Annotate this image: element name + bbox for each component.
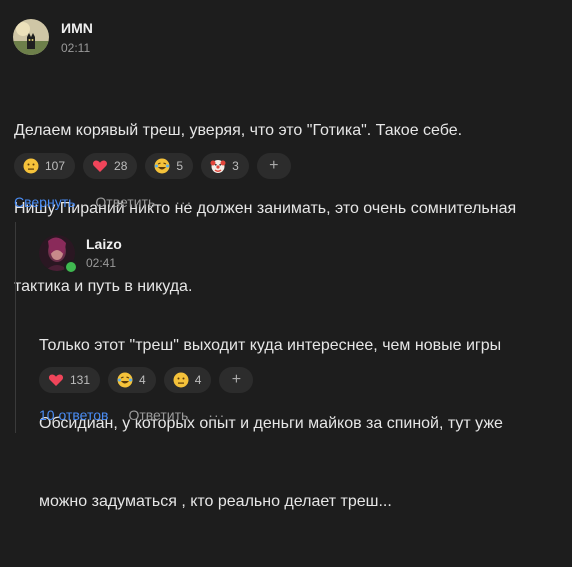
laughing-tears-emoji-icon xyxy=(154,158,170,174)
reaction-neutral[interactable]: 107 xyxy=(14,153,76,179)
reaction-heart[interactable]: 28 xyxy=(83,153,138,179)
reaction-count: 28 xyxy=(114,159,128,173)
comment-text-line: Только этот "треш" выходит куда интересн… xyxy=(39,337,502,354)
reaction-heart[interactable]: 131 xyxy=(39,367,101,393)
reaction-laugh[interactable]: 4 xyxy=(108,367,156,393)
online-status-indicator xyxy=(64,260,78,274)
reactions-bar: 131 4 4 + xyxy=(39,367,254,393)
more-options-icon[interactable]: ··· xyxy=(175,194,192,210)
heart-emoji-icon xyxy=(93,160,108,172)
timestamp[interactable]: 02:41 xyxy=(86,256,116,270)
reaction-laugh[interactable]: 5 xyxy=(145,153,194,179)
reaction-count: 107 xyxy=(45,159,66,173)
neutral-face-emoji-icon xyxy=(23,158,39,174)
show-replies-button[interactable]: 10 ответов xyxy=(39,407,108,423)
author-name[interactable]: Laizo xyxy=(86,236,122,252)
reaction-count: 4 xyxy=(194,373,202,387)
reaction-clown[interactable]: 3 xyxy=(201,153,249,179)
neutral-face-emoji-icon xyxy=(173,372,189,388)
reply-button[interactable]: Ответить xyxy=(95,194,155,210)
collapse-button[interactable]: Свернуть xyxy=(14,194,75,210)
more-options-icon[interactable]: ··· xyxy=(208,407,225,423)
avatar[interactable] xyxy=(13,19,49,55)
comment-text-line: Делаем корявый треш, уверяя, что это "Го… xyxy=(14,122,463,139)
add-reaction-button[interactable]: + xyxy=(219,367,254,393)
reaction-count: 131 xyxy=(70,373,91,387)
comment-actions: Свернуть Ответить ··· xyxy=(14,194,192,210)
add-reaction-button[interactable]: + xyxy=(256,153,291,179)
reactions-bar: 107 28 5 3 + xyxy=(14,153,291,179)
comment-actions: 10 ответов Ответить ··· xyxy=(39,407,225,423)
reaction-neutral[interactable]: 4 xyxy=(163,367,212,393)
author-name[interactable]: ИМN xyxy=(61,20,93,36)
reaction-count: 3 xyxy=(232,159,239,173)
thread-line[interactable] xyxy=(15,222,16,433)
comment-text-line: можно задуматься , кто реально делает тр… xyxy=(39,493,392,510)
reaction-count: 4 xyxy=(139,373,146,387)
reaction-count: 5 xyxy=(176,159,184,173)
laughing-tears-emoji-icon xyxy=(117,372,133,388)
timestamp[interactable]: 02:11 xyxy=(61,41,90,55)
reply-button[interactable]: Ответить xyxy=(128,407,188,423)
heart-emoji-icon xyxy=(48,374,64,386)
clown-face-emoji-icon xyxy=(210,160,226,173)
comment-text: Только этот "треш" выходит куда интересн… xyxy=(39,281,503,567)
